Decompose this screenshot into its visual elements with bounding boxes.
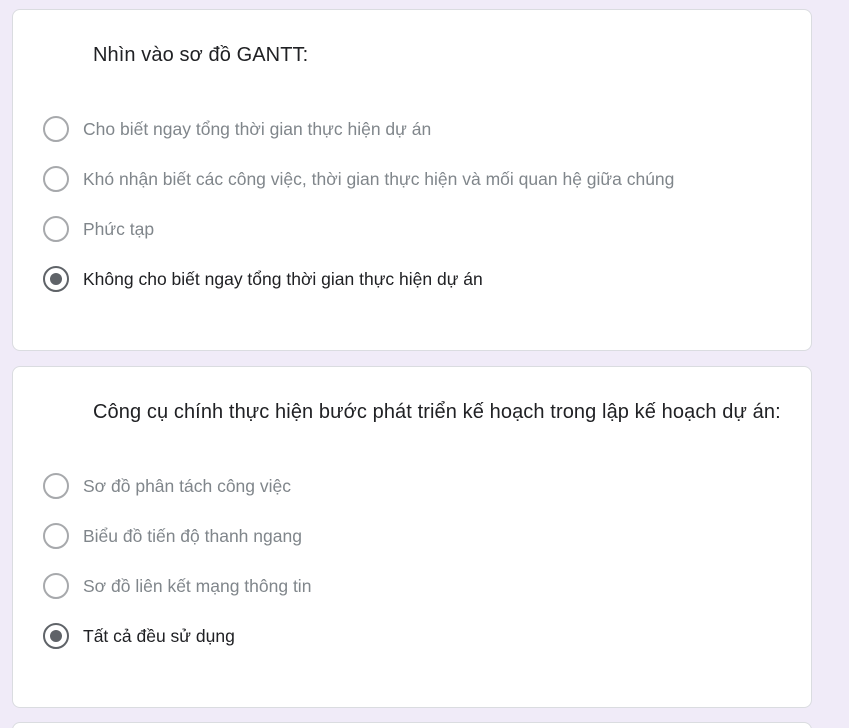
form-page: Nhìn vào sơ đồ GANTT: Cho biết ngay tổng…	[0, 0, 849, 728]
radio-button-icon[interactable]	[43, 216, 69, 242]
radio-option[interactable]: Sơ đồ liên kết mạng thông tin	[43, 573, 311, 599]
radio-option[interactable]: Khó nhận biết các công việc, thời gian t…	[43, 166, 674, 192]
option-label: Tất cả đều sử dụng	[83, 625, 235, 646]
question-title: Công cụ chính thực hiện bước phát triển …	[93, 401, 781, 423]
radio-option-selected[interactable]: Tất cả đều sử dụng	[43, 623, 235, 649]
radio-dot	[50, 630, 62, 642]
radio-dot	[50, 273, 62, 285]
question-title: Nhìn vào sơ đồ GANTT:	[93, 44, 309, 66]
radio-button-icon[interactable]	[43, 473, 69, 499]
radio-option[interactable]: Sơ đồ phân tách công việc	[43, 473, 291, 499]
radio-checked-icon[interactable]	[43, 623, 69, 649]
option-label: Biểu đồ tiến độ thanh ngang	[83, 525, 302, 546]
radio-checked-icon[interactable]	[43, 266, 69, 292]
radio-button-icon[interactable]	[43, 116, 69, 142]
option-label: Khó nhận biết các công việc, thời gian t…	[83, 168, 675, 189]
radio-button-icon[interactable]	[43, 523, 69, 549]
radio-button-icon[interactable]	[43, 573, 69, 599]
option-label: Phức tạp	[83, 218, 155, 239]
option-label: Không cho biết ngay tổng thời gian thực …	[83, 268, 483, 289]
radio-option[interactable]: Phức tạp	[43, 216, 154, 242]
question-card-3	[12, 722, 812, 728]
question-card-2: Công cụ chính thực hiện bước phát triển …	[12, 366, 812, 708]
option-label: Sơ đồ liên kết mạng thông tin	[83, 575, 312, 596]
radio-button-icon[interactable]	[43, 166, 69, 192]
radio-option[interactable]: Cho biết ngay tổng thời gian thực hiện d…	[43, 116, 431, 142]
radio-option-selected[interactable]: Không cho biết ngay tổng thời gian thực …	[43, 266, 483, 292]
option-label: Cho biết ngay tổng thời gian thực hiện d…	[83, 118, 432, 139]
option-label: Sơ đồ phân tách công việc	[83, 475, 292, 496]
radio-option[interactable]: Biểu đồ tiến độ thanh ngang	[43, 523, 302, 549]
question-card-1: Nhìn vào sơ đồ GANTT: Cho biết ngay tổng…	[12, 9, 812, 351]
